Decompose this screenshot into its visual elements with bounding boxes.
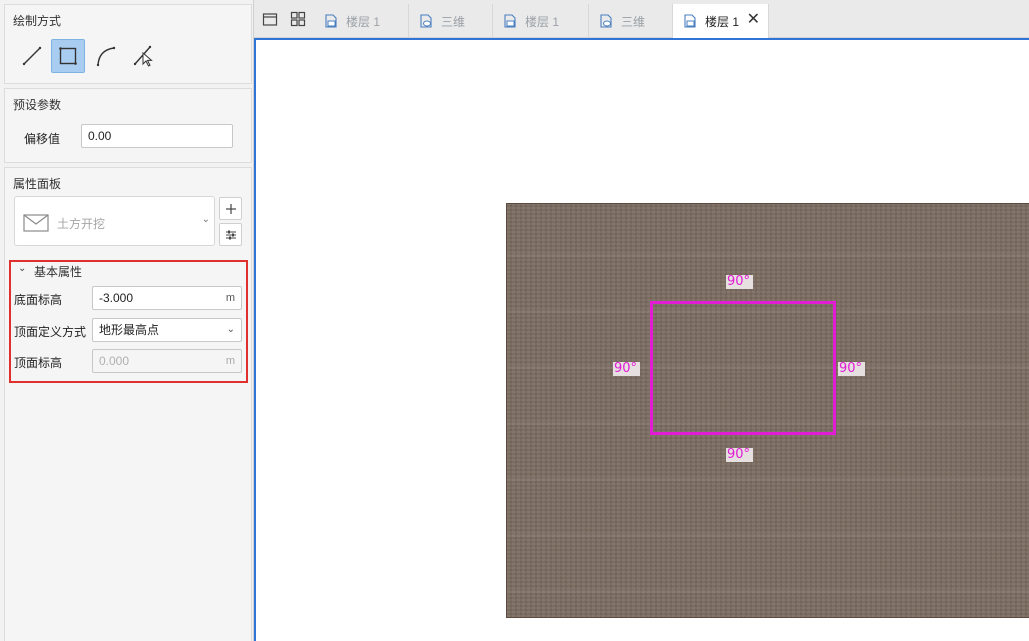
highlight-box [9,260,248,383]
envelope-icon [23,214,49,232]
rectangle-tool-icon [59,47,77,65]
folder-icon[interactable] [262,11,278,27]
arc-tool-button[interactable] [89,39,123,73]
tab-floor-1[interactable]: 楼层 1 [314,4,409,38]
tab-floor-active[interactable]: 楼层 1 ✕ [673,4,769,38]
excavation-sketch-rectangle[interactable] [650,301,836,435]
add-type-button[interactable] [219,197,242,220]
close-tab-icon[interactable]: ✕ [747,12,760,28]
tab-label: 楼层 1 [525,14,560,29]
tab-floor-2[interactable]: 楼层 1 [493,4,589,38]
tab-3d-1[interactable]: 三维 [409,4,493,38]
angle-label-right: 90° [838,362,866,376]
pick-line-tool-button[interactable] [127,39,161,73]
offset-input[interactable]: 0.00 [81,124,233,148]
angle-label-bottom: 90° [726,448,754,462]
tab-label: 楼层 1 [705,14,740,29]
rectangle-tool-button[interactable] [51,39,85,73]
floor-doc-icon [504,14,516,28]
app-window: 绘制方式 预设参数 偏移值 0.00 属性面板 土方开挖 ⌄ ⌄ 基本属性 底面… [0,0,1029,641]
drawing-viewport[interactable]: 90° 90° 90° 90° [254,38,1029,641]
line-tool-icon [22,46,42,66]
preset-section: 预设参数 偏移值 0.00 [4,88,252,163]
line-tool-button[interactable] [15,39,49,73]
tab-3d-2[interactable]: 三维 [589,4,673,38]
preset-title: 预设参数 [13,98,62,112]
type-settings-button[interactable] [219,223,242,246]
floor-doc-icon [684,14,696,28]
3d-doc-icon [420,14,432,28]
plus-icon [225,203,236,214]
offset-value: 0.00 [88,129,112,143]
angle-label-top: 90° [726,275,754,289]
angle-label-left: 90° [613,362,641,376]
tab-label: 三维 [621,14,646,29]
left-panel: 绘制方式 预设参数 偏移值 0.00 属性面板 土方开挖 ⌄ ⌄ 基本属性 底面… [0,0,254,641]
draw-method-section: 绘制方式 [4,4,252,84]
tab-label: 三维 [441,14,466,29]
type-name: 土方开挖 [57,217,106,231]
tab-bar: 楼层 1 三维 楼层 1 三维 楼层 1 ✕ [254,0,1029,38]
tab-label: 楼层 1 [346,14,381,29]
3d-doc-icon [600,14,612,28]
grid-view-icon[interactable] [290,11,306,27]
arc-tool-icon [96,46,116,67]
floor-doc-icon [325,14,337,28]
offset-label: 偏移值 [24,132,61,146]
sliders-icon [225,230,236,239]
pick-line-tool-icon [133,45,153,67]
draw-method-title: 绘制方式 [13,14,62,28]
type-selector[interactable]: 土方开挖 ⌄ [14,196,215,246]
chevron-down-icon: ⌄ [201,214,210,225]
properties-title: 属性面板 [13,177,62,191]
